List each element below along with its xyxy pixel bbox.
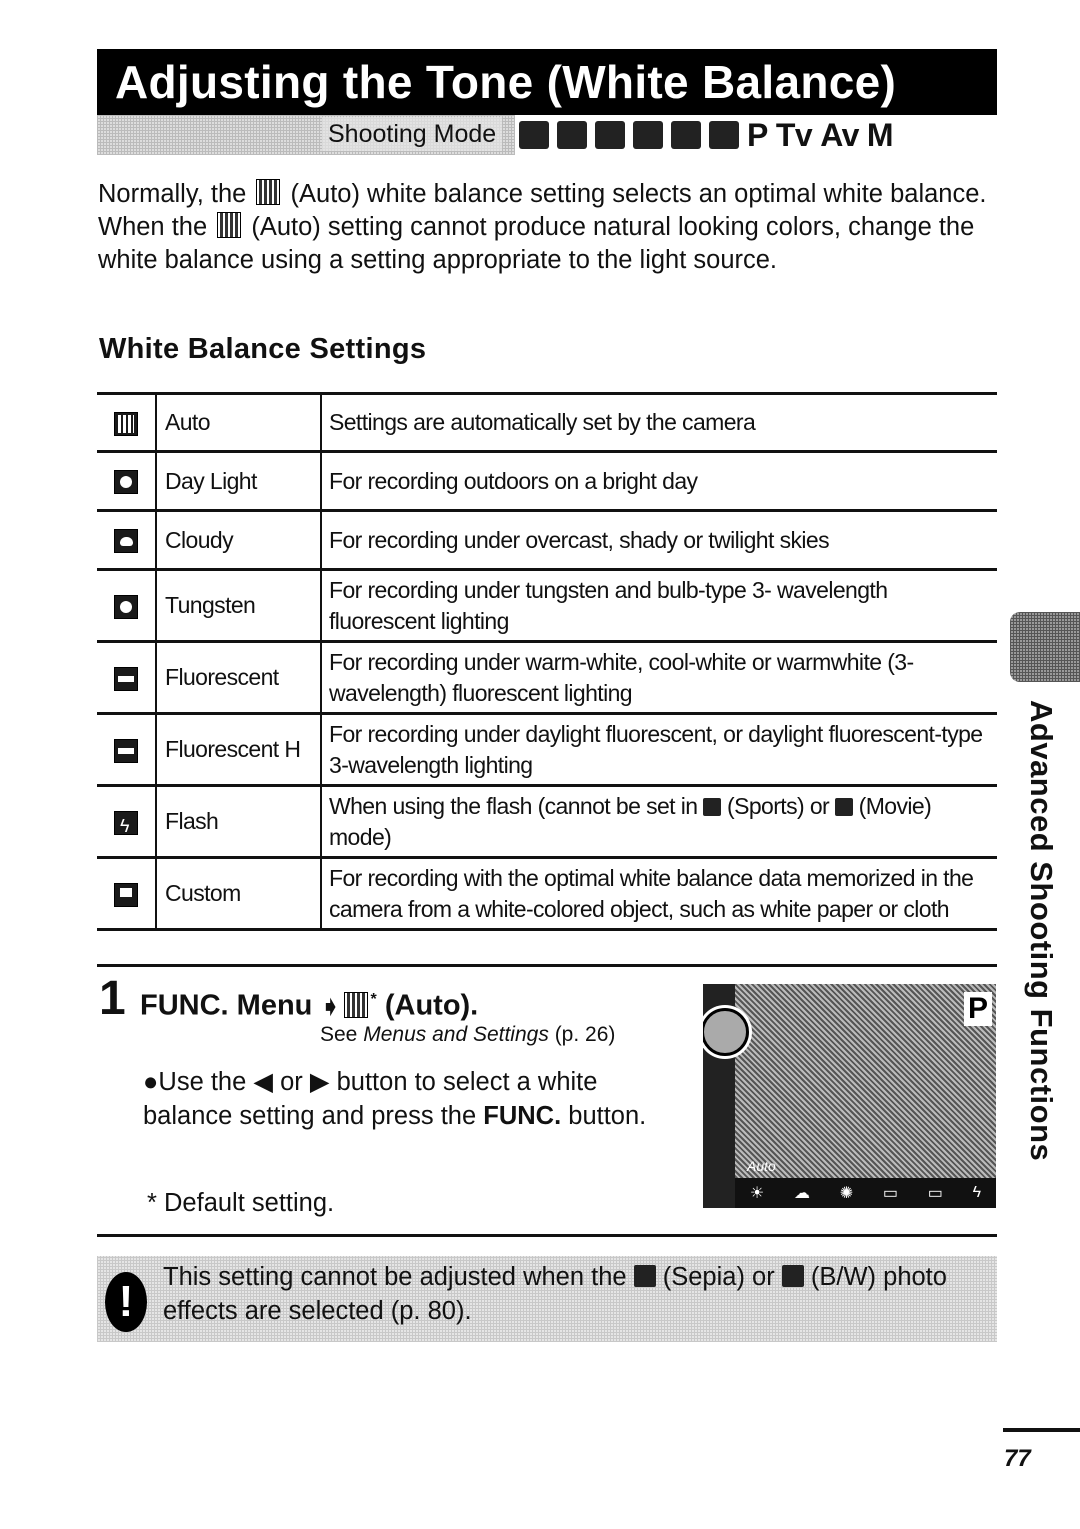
- portrait-mode-icon: [519, 121, 549, 149]
- table-row: Fluorescent H For recording under daylig…: [97, 712, 997, 786]
- tungsten-wb-icon: [114, 594, 138, 619]
- shooting-mode-label: Shooting Mode: [322, 117, 503, 151]
- instruction-bullet: ●Use the ◀ or ▶ button to select a white…: [143, 1068, 647, 1130]
- left-button-icon: ◀: [253, 1068, 274, 1096]
- table-row: Day Light For recording outdoors on a br…: [97, 450, 997, 511]
- camera-lcd-screenshot: P Auto ☀ ☁ ✺ ▭ ▭ ϟ: [703, 984, 996, 1208]
- setting-description: For recording with the optimal white bal…: [321, 856, 997, 931]
- movie-mode-icon: [834, 797, 853, 816]
- mode-av: Av: [820, 116, 859, 153]
- setting-name: Day Light: [156, 450, 322, 511]
- cloudy-wb-icon: [114, 529, 138, 554]
- fluorescent-h-wb-icon: ▭: [927, 1185, 943, 1202]
- chapter-title: Advanced Shooting Functions: [1024, 700, 1059, 1162]
- mode-tv: Tv: [775, 116, 813, 153]
- setting-name: Fluorescent H: [156, 712, 322, 786]
- footnote: * Default setting.: [147, 1189, 335, 1217]
- bw-effect-icon: [781, 1265, 804, 1287]
- caution-icon: !: [105, 1272, 147, 1332]
- setting-name: Fluorescent: [156, 640, 322, 714]
- setting-name: Flash: [156, 784, 322, 858]
- lcd-mode-indicator: P: [964, 992, 992, 1026]
- table-row: Cloudy For recording under overcast, sha…: [97, 509, 997, 570]
- auto-wb-icon: [217, 212, 242, 238]
- setting-name: Custom: [156, 856, 322, 931]
- setting-description: For recording under tungsten and bulb-ty…: [321, 568, 997, 642]
- setting-description: For recording under overcast, shady or t…: [321, 509, 997, 570]
- section-title: White Balance Settings: [99, 333, 427, 365]
- table-row: Fluorescent For recording under warm-whi…: [97, 640, 997, 714]
- selected-wb-highlight-icon: [703, 1008, 749, 1056]
- step-number: 1: [99, 972, 126, 1025]
- table-row: Flash When using the flash (cannot be se…: [97, 784, 997, 858]
- daylight-wb-icon: [114, 470, 138, 495]
- table-row: Auto Settings are automatically set by t…: [97, 392, 997, 452]
- setting-description: Settings are automatically set by the ca…: [321, 392, 997, 452]
- setting-name: Cloudy: [156, 509, 322, 570]
- mode-p: P: [747, 116, 768, 153]
- flash-wb-icon: [114, 810, 138, 842]
- movie-mode-icon: [709, 121, 739, 149]
- setting-name: Auto: [156, 392, 322, 452]
- table-row: Custom For recording with the optimal wh…: [97, 856, 997, 931]
- divider: [97, 964, 997, 967]
- custom-wb-icon: [114, 882, 138, 907]
- fluorescent-wb-icon: ▭: [882, 1185, 898, 1202]
- mode-m: M: [866, 116, 894, 153]
- caution-text: This setting cannot be adjusted when the…: [163, 1263, 947, 1325]
- sepia-effect-icon: [633, 1265, 656, 1287]
- page-number-rule: [1003, 1428, 1080, 1432]
- shooting-mode-bar: Shooting Mode P Tv Av M: [97, 115, 997, 155]
- lcd-wb-options-bar: ☀ ☁ ✺ ▭ ▭ ϟ: [735, 1178, 996, 1208]
- stitch-assist-icon: [671, 121, 701, 149]
- setting-name: Tungsten: [156, 568, 322, 642]
- fluorescent-wb-icon: [114, 666, 138, 691]
- auto-wb-icon: [343, 991, 368, 1018]
- right-button-icon: ▶: [309, 1068, 330, 1096]
- tungsten-wb-icon: ✺: [839, 1185, 854, 1202]
- sports-mode-icon: [703, 797, 722, 816]
- landscape-mode-icon: [557, 121, 587, 149]
- night-scene-icon: [595, 121, 625, 149]
- page-title: Adjusting the Tone (White Balance): [97, 49, 997, 115]
- setting-description: For recording under daylight fluorescent…: [321, 712, 997, 786]
- auto-wb-icon: [256, 179, 281, 205]
- page-reference: See Menus and Settings (p. 26): [320, 1023, 616, 1046]
- bullet-icon: ●: [143, 1068, 159, 1096]
- daylight-wb-icon: ☀: [749, 1185, 765, 1202]
- cloudy-wb-icon: ☁: [793, 1185, 810, 1202]
- divider: [97, 1234, 997, 1237]
- table-row: Tungsten For recording under tungsten an…: [97, 568, 997, 642]
- caution-note: ! This setting cannot be adjusted when t…: [97, 1256, 997, 1342]
- setting-description: For recording under warm-white, cool-whi…: [321, 640, 997, 714]
- flash-wb-icon: ϟ: [972, 1184, 982, 1201]
- intro-paragraph: Normally, the (Auto) white balance setti…: [98, 179, 987, 274]
- auto-wb-icon: [114, 411, 138, 436]
- shooting-mode-icons: P Tv Av M: [515, 115, 997, 155]
- lcd-current-label: Auto: [747, 1158, 776, 1174]
- fluorescent-h-wb-icon: [114, 738, 138, 763]
- setting-description: When using the flash (cannot be set in (…: [321, 784, 997, 858]
- arrow-right-icon: ➧: [320, 993, 341, 1021]
- chapter-tab: [1010, 612, 1080, 682]
- white-balance-table: Auto Settings are automatically set by t…: [97, 392, 997, 931]
- sports-mode-icon: [633, 121, 663, 149]
- setting-description: For recording outdoors on a bright day: [321, 450, 997, 511]
- page-number: 77: [1004, 1445, 1031, 1472]
